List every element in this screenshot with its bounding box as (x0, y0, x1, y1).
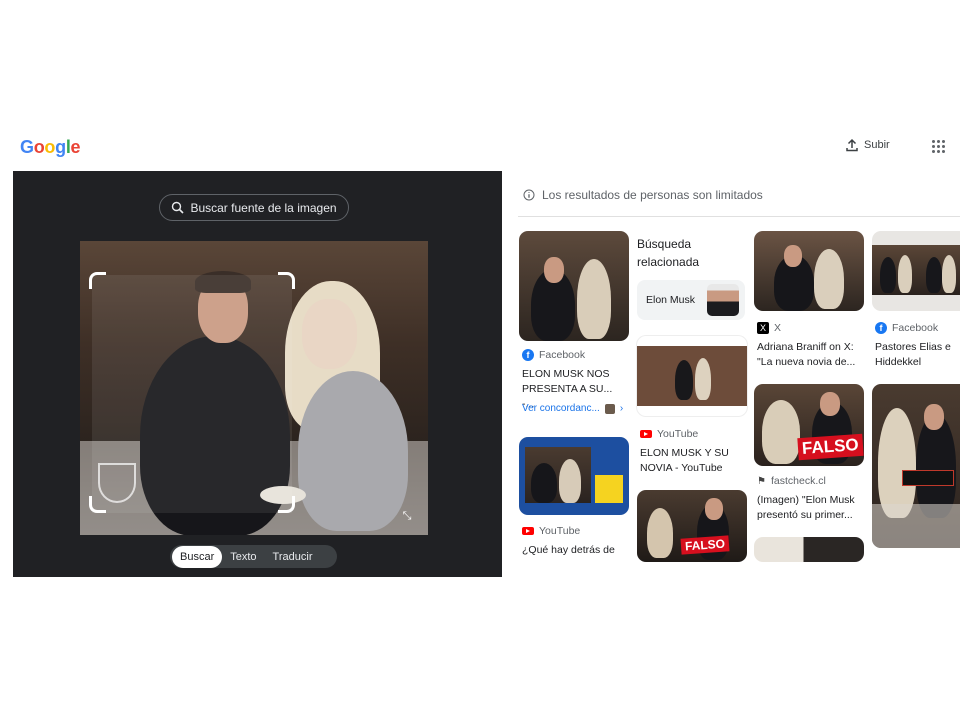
facebook-icon: f (522, 349, 534, 361)
see-matches-link[interactable]: Ver concordanc... › (522, 403, 623, 414)
related-search-photo (707, 284, 739, 316)
facebook-icon: f (875, 322, 887, 334)
related-search-title: Búsqueda relacionada (637, 237, 700, 269)
tab-traducir[interactable]: Traducir (265, 546, 321, 568)
result-source-3: YouTube (640, 428, 698, 440)
result-thumbnail-8[interactable] (872, 231, 960, 311)
people-results-notice: Los resultados de personas son limitados (523, 188, 763, 202)
fastcheck-icon: ⚑ (757, 475, 766, 487)
youtube-icon (522, 527, 534, 535)
youtube-icon (640, 430, 652, 438)
result-thumbnail-3[interactable] (637, 336, 747, 416)
result-thumbnail-1[interactable] (519, 231, 629, 341)
lens-search-icon (172, 201, 185, 214)
result-thumbnail-5[interactable] (754, 231, 864, 311)
x-icon: X (757, 322, 769, 334)
auto-select-icon[interactable]: ⤡ (400, 509, 414, 523)
related-search-chip[interactable]: Elon Musk (637, 280, 745, 320)
result-thumbnail-2[interactable] (519, 437, 629, 515)
tab-buscar[interactable]: Buscar (172, 545, 223, 568)
result-source-8: f Facebook (875, 322, 938, 334)
result-title-5[interactable]: Adriana Braniff on X: "La nueva novia de… (757, 340, 863, 370)
falso-label: FALSO (680, 535, 730, 555)
result-thumbnail-7[interactable] (754, 537, 864, 562)
upload-button[interactable]: Subir (845, 138, 890, 152)
related-search-label: Elon Musk (646, 294, 696, 306)
info-icon (523, 189, 535, 201)
find-image-source-button[interactable]: Buscar fuente de la imagen (159, 194, 349, 221)
match-thumb-icon (604, 403, 615, 414)
mode-tabs: Buscar Texto Traducir (170, 545, 337, 568)
falso-label: FALSO (797, 433, 864, 461)
result-thumbnail-6[interactable]: FALSO (754, 384, 864, 466)
searched-photo: ⤡ (80, 241, 428, 535)
upload-icon (846, 138, 858, 152)
result-title-8[interactable]: Pastores Elias e Hiddekkel Paulino (875, 340, 959, 370)
google-logo[interactable]: Google (20, 137, 81, 158)
find-image-source-label: Buscar fuente de la imagen (190, 200, 337, 215)
result-source-5: X X (757, 322, 781, 334)
result-source-6: ⚑ fastcheck.cl (757, 475, 826, 487)
result-title-6[interactable]: (Imagen) "Elon Musk presentó su primer..… (757, 493, 865, 523)
result-thumbnail-4[interactable]: FALSO (637, 490, 747, 562)
result-source-1: f Facebook (522, 349, 585, 361)
result-thumbnail-9[interactable] (872, 384, 960, 548)
apps-grid-icon[interactable] (932, 140, 945, 153)
result-source-2: YouTube (522, 525, 580, 537)
chevron-right-icon: › (619, 403, 624, 414)
notice-text: Los resultados de personas son limitados (542, 188, 763, 202)
tab-texto[interactable]: Texto (222, 546, 264, 568)
result-title-3[interactable]: ELON MUSK Y SU NOVIA - YouTube (640, 446, 748, 476)
upload-label: Subir (864, 139, 890, 151)
divider (518, 216, 960, 217)
result-title-2[interactable]: ¿Qué hay detrás de (522, 543, 627, 558)
